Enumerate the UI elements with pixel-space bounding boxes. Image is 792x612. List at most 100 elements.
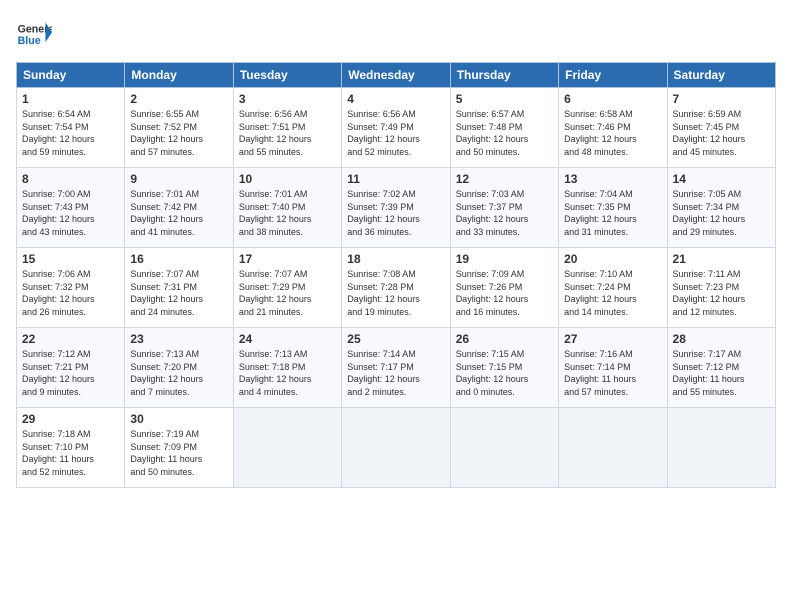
day-info: Sunrise: 7:09 AM Sunset: 7:26 PM Dayligh…: [456, 268, 553, 318]
calendar-cell: 24 Sunrise: 7:13 AM Sunset: 7:18 PM Dayli…: [233, 328, 341, 408]
calendar-cell: [450, 408, 558, 488]
calendar-cell: 4 Sunrise: 6:56 AM Sunset: 7:49 PM Daylig…: [342, 88, 450, 168]
day-info: Sunrise: 7:17 AM Sunset: 7:12 PM Dayligh…: [673, 348, 770, 398]
day-info: Sunrise: 7:14 AM Sunset: 7:17 PM Dayligh…: [347, 348, 444, 398]
day-header-sunday: Sunday: [17, 63, 125, 88]
day-number: 13: [564, 172, 661, 186]
day-info: Sunrise: 7:04 AM Sunset: 7:35 PM Dayligh…: [564, 188, 661, 238]
day-info: Sunrise: 7:15 AM Sunset: 7:15 PM Dayligh…: [456, 348, 553, 398]
calendar-cell: 18 Sunrise: 7:08 AM Sunset: 7:28 PM Dayli…: [342, 248, 450, 328]
day-number: 15: [22, 252, 119, 266]
calendar-cell: 17Sunrise: 7:07 AM Sunset: 7:29 PM Dayli…: [233, 248, 341, 328]
calendar-cell: [233, 408, 341, 488]
calendar-cell: 26 Sunrise: 7:15 AM Sunset: 7:15 PM Dayli…: [450, 328, 558, 408]
day-number: 26: [456, 332, 553, 346]
day-number: 23: [130, 332, 227, 346]
day-info: Sunrise: 7:01 AM Sunset: 7:40 PM Dayligh…: [239, 188, 336, 238]
day-number: 27: [564, 332, 661, 346]
day-number: 18: [347, 252, 444, 266]
day-number: 7: [673, 92, 770, 106]
day-number: 8: [22, 172, 119, 186]
calendar-cell: 28 Sunrise: 7:17 AM Sunset: 7:12 PM Dayli…: [667, 328, 775, 408]
day-header-saturday: Saturday: [667, 63, 775, 88]
day-number: 30: [130, 412, 227, 426]
day-number: 12: [456, 172, 553, 186]
day-info: Sunrise: 7:13 AM Sunset: 7:20 PM Dayligh…: [130, 348, 227, 398]
logo-icon: General Blue: [16, 16, 52, 52]
day-info: Sunrise: 6:57 AM Sunset: 7:48 PM Dayligh…: [456, 108, 553, 158]
day-info: Sunrise: 7:16 AM Sunset: 7:14 PM Dayligh…: [564, 348, 661, 398]
day-info: Sunrise: 6:54 AM Sunset: 7:54 PM Dayligh…: [22, 108, 119, 158]
day-number: 9: [130, 172, 227, 186]
day-number: 3: [239, 92, 336, 106]
day-number: 2: [130, 92, 227, 106]
calendar-cell: 10 Sunrise: 7:01 AM Sunset: 7:40 PM Dayli…: [233, 168, 341, 248]
day-info: Sunrise: 7:08 AM Sunset: 7:28 PM Dayligh…: [347, 268, 444, 318]
calendar-cell: [667, 408, 775, 488]
day-info: Sunrise: 7:13 AM Sunset: 7:18 PM Dayligh…: [239, 348, 336, 398]
calendar-cell: 20Sunrise: 7:10 AM Sunset: 7:24 PM Dayli…: [559, 248, 667, 328]
day-number: 20: [564, 252, 661, 266]
day-info: Sunrise: 6:59 AM Sunset: 7:45 PM Dayligh…: [673, 108, 770, 158]
day-info: Sunrise: 7:02 AM Sunset: 7:39 PM Dayligh…: [347, 188, 444, 238]
day-info: Sunrise: 6:56 AM Sunset: 7:49 PM Dayligh…: [347, 108, 444, 158]
calendar-cell: 8 Sunrise: 7:00 AM Sunset: 7:43 PM Daylig…: [17, 168, 125, 248]
day-number: 24: [239, 332, 336, 346]
day-number: 28: [673, 332, 770, 346]
day-number: 21: [673, 252, 770, 266]
day-header-friday: Friday: [559, 63, 667, 88]
day-header-wednesday: Wednesday: [342, 63, 450, 88]
day-number: 10: [239, 172, 336, 186]
calendar-cell: 21 Sunrise: 7:11 AM Sunset: 7:23 PM Dayli…: [667, 248, 775, 328]
day-number: 4: [347, 92, 444, 106]
calendar-cell: 14 Sunrise: 7:05 AM Sunset: 7:34 PM Dayli…: [667, 168, 775, 248]
calendar-cell: 23 Sunrise: 7:13 AM Sunset: 7:20 PM Dayli…: [125, 328, 233, 408]
day-info: Sunrise: 7:05 AM Sunset: 7:34 PM Dayligh…: [673, 188, 770, 238]
day-info: Sunrise: 7:12 AM Sunset: 7:21 PM Dayligh…: [22, 348, 119, 398]
day-info: Sunrise: 7:07 AM Sunset: 7:31 PM Dayligh…: [130, 268, 227, 318]
day-info: Sunrise: 7:03 AM Sunset: 7:37 PM Dayligh…: [456, 188, 553, 238]
day-number: 14: [673, 172, 770, 186]
day-number: 22: [22, 332, 119, 346]
day-info: Sunrise: 7:11 AM Sunset: 7:23 PM Dayligh…: [673, 268, 770, 318]
calendar-cell: 30Sunrise: 7:19 AM Sunset: 7:09 PM Dayli…: [125, 408, 233, 488]
calendar-cell: 5 Sunrise: 6:57 AM Sunset: 7:48 PM Daylig…: [450, 88, 558, 168]
calendar-cell: 11 Sunrise: 7:02 AM Sunset: 7:39 PM Dayli…: [342, 168, 450, 248]
calendar-cell: 25 Sunrise: 7:14 AM Sunset: 7:17 PM Dayli…: [342, 328, 450, 408]
day-header-monday: Monday: [125, 63, 233, 88]
day-number: 11: [347, 172, 444, 186]
day-info: Sunrise: 7:18 AM Sunset: 7:10 PM Dayligh…: [22, 428, 119, 478]
calendar-cell: 27 Sunrise: 7:16 AM Sunset: 7:14 PM Dayli…: [559, 328, 667, 408]
day-number: 29: [22, 412, 119, 426]
day-number: 17: [239, 252, 336, 266]
day-number: 19: [456, 252, 553, 266]
calendar-cell: 29 Sunrise: 7:18 AM Sunset: 7:10 PM Dayli…: [17, 408, 125, 488]
calendar-cell: 12 Sunrise: 7:03 AM Sunset: 7:37 PM Dayli…: [450, 168, 558, 248]
day-header-tuesday: Tuesday: [233, 63, 341, 88]
calendar-cell: [342, 408, 450, 488]
calendar-cell: 9 Sunrise: 7:01 AM Sunset: 7:42 PM Daylig…: [125, 168, 233, 248]
day-info: Sunrise: 6:55 AM Sunset: 7:52 PM Dayligh…: [130, 108, 227, 158]
calendar-cell: 2 Sunrise: 6:55 AM Sunset: 7:52 PM Daylig…: [125, 88, 233, 168]
day-number: 5: [456, 92, 553, 106]
day-header-thursday: Thursday: [450, 63, 558, 88]
logo: General Blue: [16, 16, 56, 52]
day-number: 25: [347, 332, 444, 346]
calendar-table: SundayMondayTuesdayWednesdayThursdayFrid…: [16, 62, 776, 488]
day-info: Sunrise: 7:01 AM Sunset: 7:42 PM Dayligh…: [130, 188, 227, 238]
calendar-cell: 6 Sunrise: 6:58 AM Sunset: 7:46 PM Daylig…: [559, 88, 667, 168]
day-info: Sunrise: 7:00 AM Sunset: 7:43 PM Dayligh…: [22, 188, 119, 238]
calendar-cell: 13 Sunrise: 7:04 AM Sunset: 7:35 PM Dayli…: [559, 168, 667, 248]
day-number: 6: [564, 92, 661, 106]
calendar-cell: 3Sunrise: 6:56 AM Sunset: 7:51 PM Daylig…: [233, 88, 341, 168]
day-number: 1: [22, 92, 119, 106]
calendar-cell: 16 Sunrise: 7:07 AM Sunset: 7:31 PM Dayli…: [125, 248, 233, 328]
calendar-cell: 7 Sunrise: 6:59 AM Sunset: 7:45 PM Daylig…: [667, 88, 775, 168]
calendar-cell: 22 Sunrise: 7:12 AM Sunset: 7:21 PM Dayli…: [17, 328, 125, 408]
calendar-cell: 19 Sunrise: 7:09 AM Sunset: 7:26 PM Dayli…: [450, 248, 558, 328]
day-info: Sunrise: 7:06 AM Sunset: 7:32 PM Dayligh…: [22, 268, 119, 318]
header: General Blue: [16, 16, 776, 52]
calendar-cell: [559, 408, 667, 488]
day-info: Sunrise: 6:58 AM Sunset: 7:46 PM Dayligh…: [564, 108, 661, 158]
day-number: 16: [130, 252, 227, 266]
